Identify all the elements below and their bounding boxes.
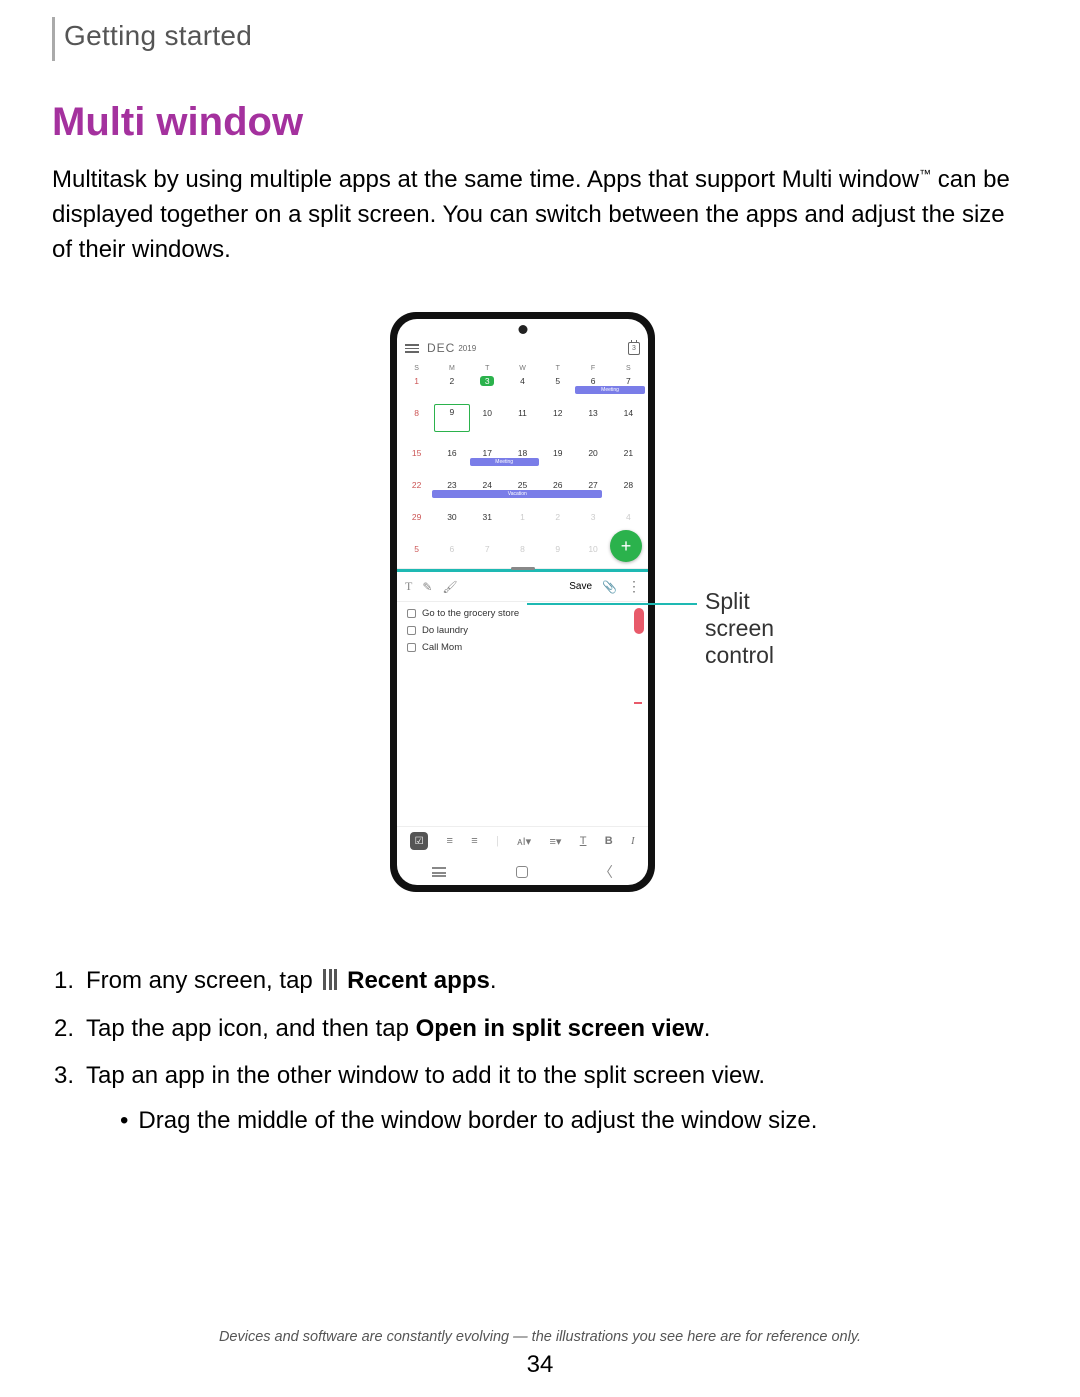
camera-notch: [518, 325, 527, 334]
checkbox-icon[interactable]: [407, 609, 416, 618]
cursor-mark: [634, 702, 642, 704]
today-icon[interactable]: 3: [628, 342, 640, 355]
checkbox-icon[interactable]: [407, 626, 416, 635]
more-icon[interactable]: ⋮: [627, 578, 640, 595]
step2-text-a: Tap the app icon, and then tap: [86, 1015, 416, 1042]
step2-bold: Open in split screen view: [416, 1015, 704, 1042]
step-2: Tap the app icon, and then tap Open in s…: [86, 1010, 1028, 1047]
callout-label: Split screen control: [705, 588, 820, 669]
brush-tool-icon[interactable]: 🖌: [442, 580, 457, 594]
section-label: Getting started: [64, 20, 1028, 52]
split-screen-handle[interactable]: [397, 569, 648, 572]
step1-period: .: [490, 967, 497, 994]
step1-text-a: From any screen, tap: [86, 967, 313, 994]
bullet-list-icon[interactable]: ≡: [446, 835, 452, 847]
step3-sub-text: Drag the middle of the window border to …: [138, 1107, 817, 1134]
calendar-year: 2019: [458, 344, 476, 353]
page-title: Multi window: [52, 100, 1028, 145]
instruction-steps: From any screen, tap Recent apps. Tap th…: [52, 962, 1028, 1139]
checkbox-icon[interactable]: [407, 643, 416, 652]
dow: T: [470, 365, 505, 372]
task-text: Call Mom: [422, 642, 462, 653]
bold-icon[interactable]: B: [605, 835, 613, 847]
step-3: Tap an app in the other window to add it…: [86, 1057, 1028, 1139]
step1-bold: Recent apps: [347, 967, 490, 994]
step-1: From any screen, tap Recent apps.: [86, 962, 1028, 999]
task-item[interactable]: Call Mom: [407, 642, 638, 653]
format-toolbar: ☑ ≡ ≡ | ᴀI▾ ≡▾ T B I: [397, 826, 648, 855]
task-text: Do laundry: [422, 625, 468, 636]
intro-a: Multitask by using multiple apps at the …: [52, 166, 919, 193]
phone-screen: DEC 2019 3 S M T W T F S 12345 6Meeting: [397, 319, 648, 885]
intro-paragraph: Multitask by using multiple apps at the …: [52, 163, 1028, 267]
recent-apps-icon: [323, 969, 337, 990]
calendar-month: DEC: [427, 341, 455, 355]
page-number: 34: [0, 1351, 1080, 1379]
attach-icon[interactable]: 📎: [602, 580, 617, 594]
dow: T: [540, 365, 575, 372]
dow: M: [434, 365, 469, 372]
font-size-icon[interactable]: ᴀI▾: [517, 835, 531, 848]
dow: F: [575, 365, 610, 372]
notes-toolbar: T ✎ 🖌 Save 📎 ⋮: [397, 572, 648, 602]
step2-period: .: [704, 1015, 711, 1042]
calendar-app: DEC 2019 3 S M T W T F S 12345 6Meeting: [397, 337, 648, 569]
system-nav-bar: 〈: [397, 855, 648, 885]
step3-text: Tap an app in the other window to add it…: [86, 1062, 765, 1089]
scroll-handle[interactable]: [634, 608, 644, 634]
align-icon[interactable]: ≡▾: [549, 835, 561, 848]
divider: |: [496, 835, 499, 847]
checklist-toggle-icon[interactable]: ☑: [410, 832, 428, 850]
menu-icon[interactable]: [405, 344, 419, 353]
phone-frame: DEC 2019 3 S M T W T F S 12345 6Meeting: [390, 312, 655, 892]
dow: W: [505, 365, 540, 372]
italic-icon[interactable]: I: [631, 835, 635, 847]
task-item[interactable]: Do laundry: [407, 625, 638, 636]
task-item[interactable]: Go to the grocery store: [407, 608, 638, 619]
pen-tool-icon[interactable]: ✎: [422, 580, 432, 594]
text-tool-icon[interactable]: T: [405, 579, 412, 594]
dow: S: [611, 365, 646, 372]
calendar-grid[interactable]: 12345 6Meeting 7 891011121314 1516 17Mee…: [397, 374, 648, 560]
day-of-week-row: S M T W T F S: [397, 361, 648, 374]
save-button[interactable]: Save: [569, 581, 592, 592]
tm-mark: ™: [919, 167, 931, 181]
nav-recent-icon[interactable]: [432, 867, 446, 877]
header-accent-rule: [52, 17, 55, 61]
figure-area: DEC 2019 3 S M T W T F S 12345 6Meeting: [260, 312, 820, 912]
footnote: Devices and software are constantly evol…: [0, 1329, 1080, 1345]
underline-icon[interactable]: T: [580, 835, 587, 847]
dow: S: [399, 365, 434, 372]
nav-back-icon[interactable]: 〈: [599, 862, 613, 882]
notes-body[interactable]: Go to the grocery store Do laundry Call …: [397, 602, 648, 826]
calendar-header: DEC 2019 3: [397, 337, 648, 361]
number-list-icon[interactable]: ≡: [471, 835, 477, 847]
step-3-sub: Drag the middle of the window border to …: [120, 1102, 1028, 1139]
callout-leader-line: [527, 603, 697, 605]
nav-home-icon[interactable]: [516, 866, 528, 878]
task-text: Go to the grocery store: [422, 608, 519, 619]
